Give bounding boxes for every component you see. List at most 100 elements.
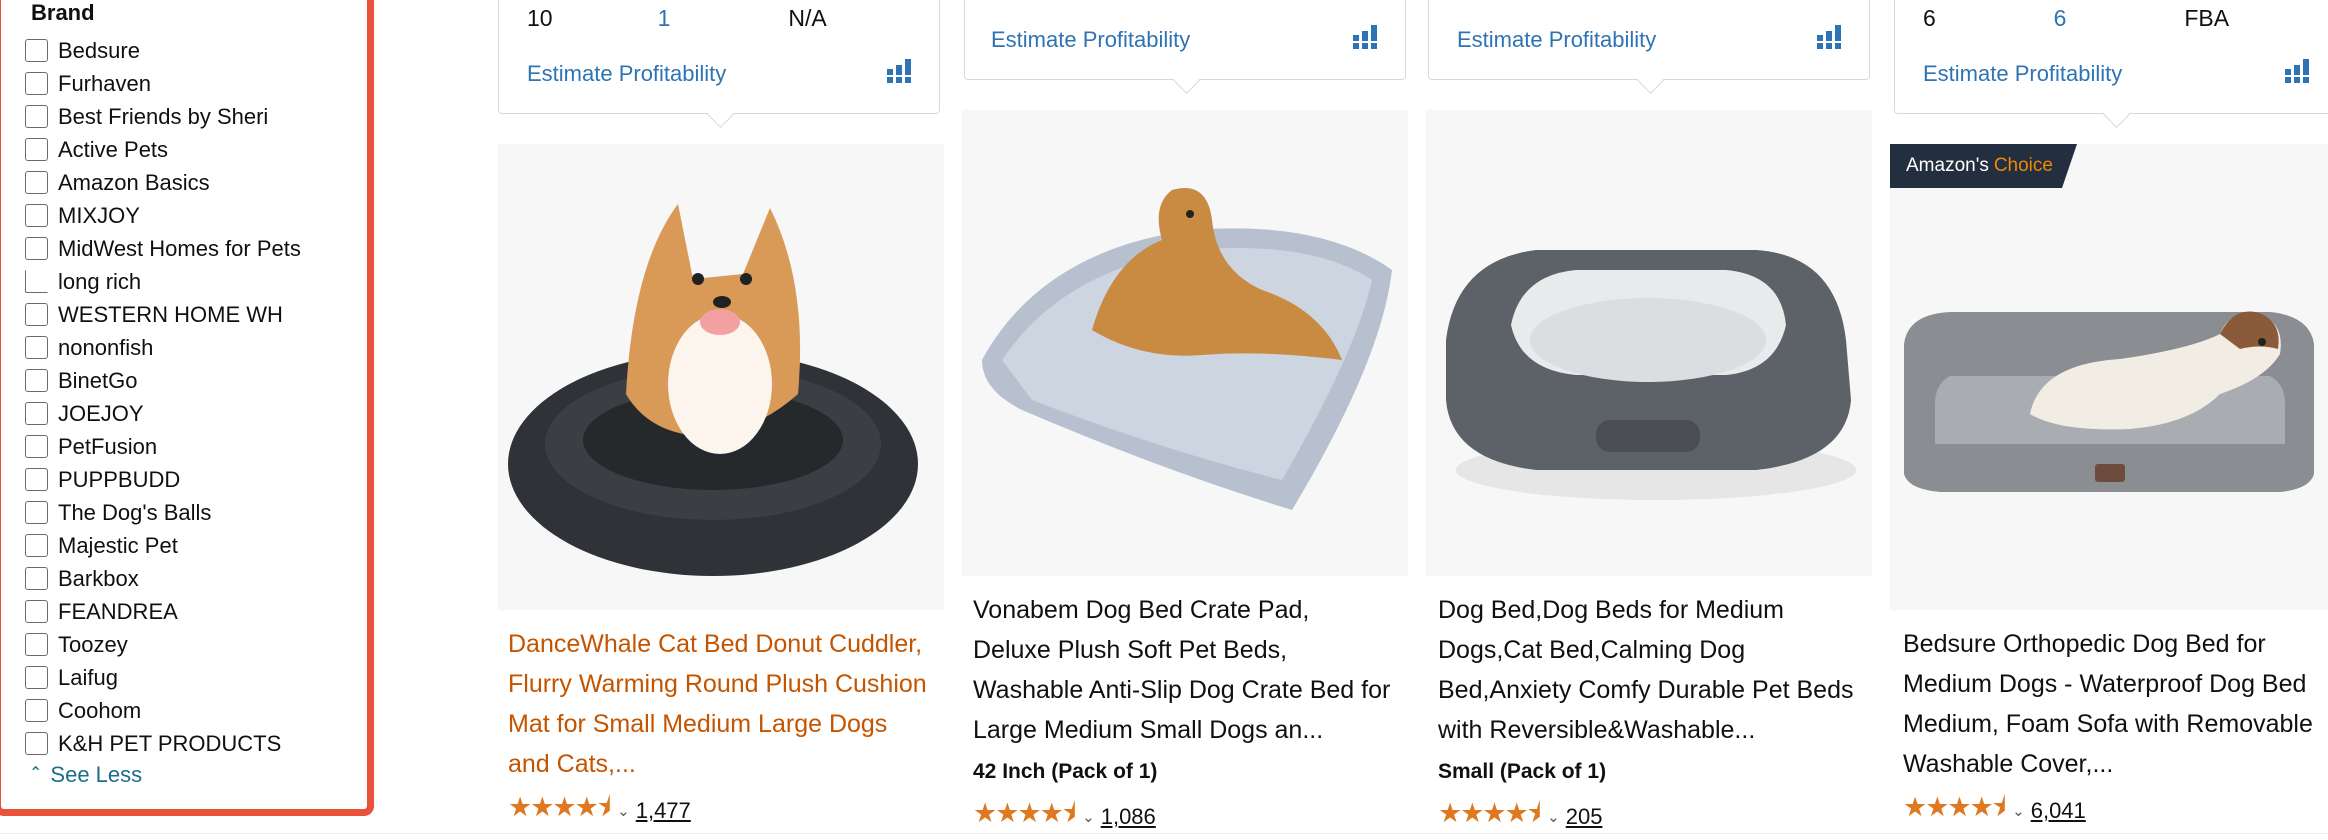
checkbox[interactable] (25, 666, 48, 689)
brand-option[interactable]: Bedsure (25, 34, 365, 67)
seller-info-box: 6 6 FBA Estimate Profitability (1894, 0, 2328, 128)
product-title[interactable]: DanceWhale Cat Bed Donut Cuddler, Flurry… (508, 624, 928, 784)
bar-chart-icon[interactable] (1353, 25, 1381, 49)
checkbox[interactable] (25, 105, 48, 128)
chevron-up-icon: ⌃ (29, 765, 43, 782)
estimate-profitability-link[interactable]: Estimate Profitability (527, 61, 726, 87)
product-image[interactable] (962, 110, 1408, 576)
see-less-link[interactable]: ⌃ See Less (29, 762, 142, 788)
brand-option-label: long rich (58, 268, 142, 294)
orthopedic-sofa-bed-with-puppy-image (1890, 144, 2328, 610)
brand-option[interactable]: MidWest Homes for Pets (25, 232, 365, 265)
brand-option[interactable]: Toozey (25, 628, 365, 661)
checkbox[interactable] (25, 633, 48, 656)
estimate-profitability-link[interactable]: Estimate Profitability (991, 27, 1190, 53)
product-title[interactable]: Dog Bed,Dog Beds for Medium Dogs,Cat Bed… (1438, 590, 1858, 750)
tooltip-arrow (707, 101, 734, 128)
checkbox[interactable] (25, 171, 48, 194)
brand-option-label: MIXJOY (58, 202, 140, 228)
checkbox[interactable] (25, 336, 48, 359)
chevron-down-icon[interactable]: ⌄ (1082, 808, 1095, 826)
product-rating: ★★★★⯨ ⌄ 1,477 (508, 788, 691, 834)
checkbox[interactable] (25, 303, 48, 326)
brand-option[interactable]: PetFusion (25, 430, 365, 463)
checkbox[interactable] (25, 270, 48, 293)
amazons-choice-badge: Amazon's Choice (1890, 144, 2077, 188)
checkbox[interactable] (25, 699, 48, 722)
stat-value: 6 (2053, 5, 2067, 31)
seller-stats-row: 6 6 FBA (1923, 5, 2315, 32)
review-count-link[interactable]: 1,086 (1101, 804, 1156, 830)
brand-option-label: Barkbox (58, 565, 139, 591)
brand-option[interactable]: FEANDREA (25, 595, 365, 628)
star-rating-icon[interactable]: ★★★★⯨ (508, 788, 611, 834)
product-image[interactable] (1426, 110, 1872, 576)
brand-option[interactable]: WESTERN HOME WH (25, 298, 365, 331)
badge-highlight: Choice (1993, 155, 2053, 176)
brand-option-label: MidWest Homes for Pets (58, 235, 301, 261)
checkbox[interactable] (25, 468, 48, 491)
chevron-down-icon[interactable]: ⌄ (2012, 802, 2025, 820)
brand-option[interactable]: BinetGo (25, 364, 365, 397)
brand-option-label: Amazon Basics (58, 169, 210, 195)
brand-option-label: Active Pets (58, 136, 169, 162)
chevron-down-icon[interactable]: ⌄ (1547, 808, 1560, 826)
brand-option-label: K&H PET PRODUCTS (58, 730, 282, 756)
checkbox[interactable] (25, 600, 48, 623)
product-image[interactable] (498, 144, 944, 610)
estimate-profitability-link[interactable]: Estimate Profitability (1923, 61, 2122, 87)
bar-chart-icon[interactable] (2285, 59, 2313, 83)
donut-bed-with-corgi-image (498, 144, 944, 610)
stat-value: FBA (2184, 5, 2230, 31)
checkbox[interactable] (25, 501, 48, 524)
review-count-link[interactable]: 6,041 (2031, 798, 2086, 824)
brand-option[interactable]: Amazon Basics (25, 166, 365, 199)
seller-info-box: Estimate Profitability (964, 0, 1406, 94)
brand-option[interactable]: Coohom (25, 694, 365, 727)
bar-chart-icon[interactable] (887, 59, 915, 83)
checkbox[interactable] (25, 534, 48, 557)
brand-option[interactable]: MIXJOY (25, 199, 365, 232)
checkbox[interactable] (25, 72, 48, 95)
brand-option-label: JOEJOY (58, 400, 144, 426)
seller-info-box: Estimate Profitability (1428, 0, 1870, 94)
chevron-down-icon[interactable]: ⌄ (617, 802, 630, 820)
checkbox[interactable] (25, 138, 48, 161)
brand-option-label: Best Friends by Sheri (58, 103, 269, 129)
brand-option-label: Toozey (58, 631, 128, 657)
star-rating-icon[interactable]: ★★★★⯨ (1903, 788, 2006, 834)
review-count-link[interactable]: 1,477 (636, 798, 691, 824)
checkbox[interactable] (25, 402, 48, 425)
checkbox[interactable] (25, 732, 48, 755)
product-title[interactable]: Bedsure Orthopedic Dog Bed for Medium Do… (1903, 624, 2323, 784)
product-title[interactable]: Vonabem Dog Bed Crate Pad, Deluxe Plush … (973, 590, 1393, 750)
see-less-label: See Less (50, 762, 143, 787)
brand-option-label: nononfish (58, 334, 154, 360)
brand-filter-panel: Brand Bedsure Furhaven Best Friends by S… (0, 0, 374, 816)
review-count-link[interactable]: 205 (1566, 804, 1603, 830)
brand-option[interactable]: Best Friends by Sheri (25, 100, 365, 133)
checkbox[interactable] (25, 435, 48, 458)
brand-option[interactable]: Furhaven (25, 67, 365, 100)
brand-option[interactable]: Active Pets (25, 133, 365, 166)
brand-option[interactable]: nononfish (25, 331, 365, 364)
bar-chart-icon[interactable] (1817, 25, 1845, 49)
brand-option[interactable]: Laifug (25, 661, 365, 694)
seller-stats-row: 10 1 N/A (527, 5, 919, 32)
brand-option[interactable]: JOEJOY (25, 397, 365, 430)
checkbox[interactable] (25, 567, 48, 590)
product-rating: ★★★★⯨ ⌄ 6,041 (1903, 788, 2086, 834)
brand-option[interactable]: The Dog's Balls (25, 496, 365, 529)
checkbox[interactable] (25, 204, 48, 227)
checkbox[interactable] (25, 369, 48, 392)
brand-option[interactable]: long rich (25, 265, 365, 298)
brand-option[interactable]: K&H PET PRODUCTS (25, 727, 365, 760)
product-image[interactable]: Amazon's Choice (1890, 144, 2328, 610)
checkbox[interactable] (25, 237, 48, 260)
tooltip-arrow (2103, 101, 2130, 128)
estimate-profitability-link[interactable]: Estimate Profitability (1457, 27, 1656, 53)
brand-option[interactable]: Majestic Pet (25, 529, 365, 562)
checkbox[interactable] (25, 39, 48, 62)
brand-option[interactable]: Barkbox (25, 562, 365, 595)
brand-option[interactable]: PUPPBUDD (25, 463, 365, 496)
